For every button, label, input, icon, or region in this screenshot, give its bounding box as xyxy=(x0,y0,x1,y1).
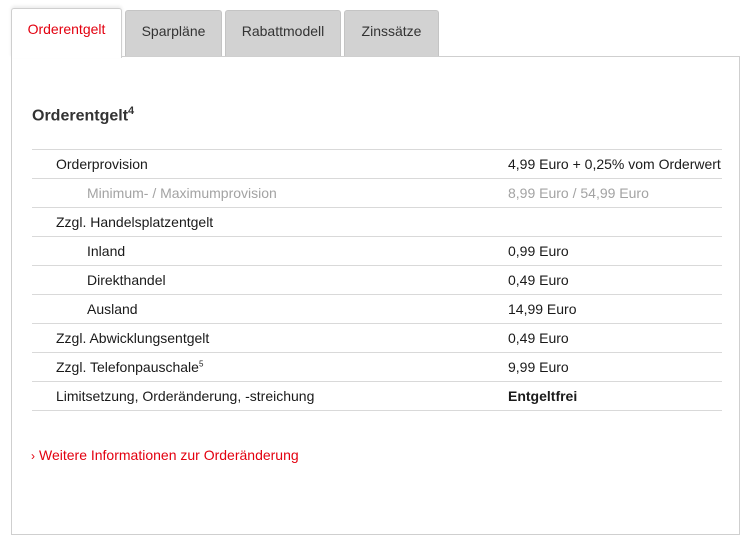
tab-bar: Orderentgelt Sparpläne Rabattmodell Zins… xyxy=(11,8,439,58)
tab-sparplaene[interactable]: Sparpläne xyxy=(125,10,222,58)
table-row: Direkthandel 0,49 Euro xyxy=(32,265,722,295)
row-label: Zzgl. Telefonpauschale xyxy=(56,359,199,375)
row-value: 0,49 Euro xyxy=(484,323,722,353)
table-row: Zzgl. Telefonpauschale5 9,99 Euro xyxy=(32,352,722,382)
row-label-cell: Zzgl. Telefonpauschale5 xyxy=(32,352,484,382)
row-label: Direkthandel xyxy=(32,265,484,295)
table-row: Orderprovision 4,99 Euro + 0,25% vom Ord… xyxy=(32,149,722,179)
row-value: 9,99 Euro xyxy=(484,352,722,382)
row-label: Minimum- / Maximumprovision xyxy=(32,178,484,208)
section-title: Orderentgelt4 xyxy=(32,105,134,125)
row-label: Zzgl. Abwicklungsentgelt xyxy=(32,323,484,353)
row-value xyxy=(484,207,722,237)
fee-table: Orderprovision 4,99 Euro + 0,25% vom Ord… xyxy=(32,149,722,411)
table-row: Inland 0,99 Euro xyxy=(32,236,722,266)
table-row: Ausland 14,99 Euro xyxy=(32,294,722,324)
section-footnote: 4 xyxy=(128,105,135,117)
row-label: Limitsetzung, Orderänderung, -streichung xyxy=(32,381,484,411)
chevron-right-icon: › xyxy=(31,449,35,463)
row-value: 4,99 Euro + 0,25% vom Orderwert xyxy=(484,149,722,179)
row-value: Entgeltfrei xyxy=(484,381,722,411)
table-row: Minimum- / Maximumprovision 8,99 Euro / … xyxy=(32,178,722,208)
tab-orderentgelt[interactable]: Orderentgelt xyxy=(11,8,122,58)
more-info-link[interactable]: › Weitere Informationen zur Orderänderung xyxy=(31,447,299,463)
tab-rabattmodell[interactable]: Rabattmodell xyxy=(225,10,341,58)
table-row: Limitsetzung, Orderänderung, -streichung… xyxy=(32,381,722,411)
row-value: 0,99 Euro xyxy=(484,236,722,266)
row-label: Zzgl. Handelsplatzentgelt xyxy=(32,207,484,237)
more-info-link-label: Weitere Informationen zur Orderänderung xyxy=(39,447,299,463)
row-label: Inland xyxy=(32,236,484,266)
row-footnote: 5 xyxy=(198,359,204,369)
row-value: 8,99 Euro / 54,99 Euro xyxy=(484,178,722,208)
row-label: Orderprovision xyxy=(32,149,484,179)
table-row: Zzgl. Abwicklungsentgelt 0,49 Euro xyxy=(32,323,722,353)
tab-zinssaetze[interactable]: Zinssätze xyxy=(344,10,439,58)
row-label: Ausland xyxy=(32,294,484,324)
row-value: 0,49 Euro xyxy=(484,265,722,295)
table-row: Zzgl. Handelsplatzentgelt xyxy=(32,207,722,237)
section-title-text: Orderentgelt xyxy=(32,107,129,125)
tab-panel: Orderentgelt4 Orderprovision 4,99 Euro +… xyxy=(11,56,740,535)
row-value: 14,99 Euro xyxy=(484,294,722,324)
